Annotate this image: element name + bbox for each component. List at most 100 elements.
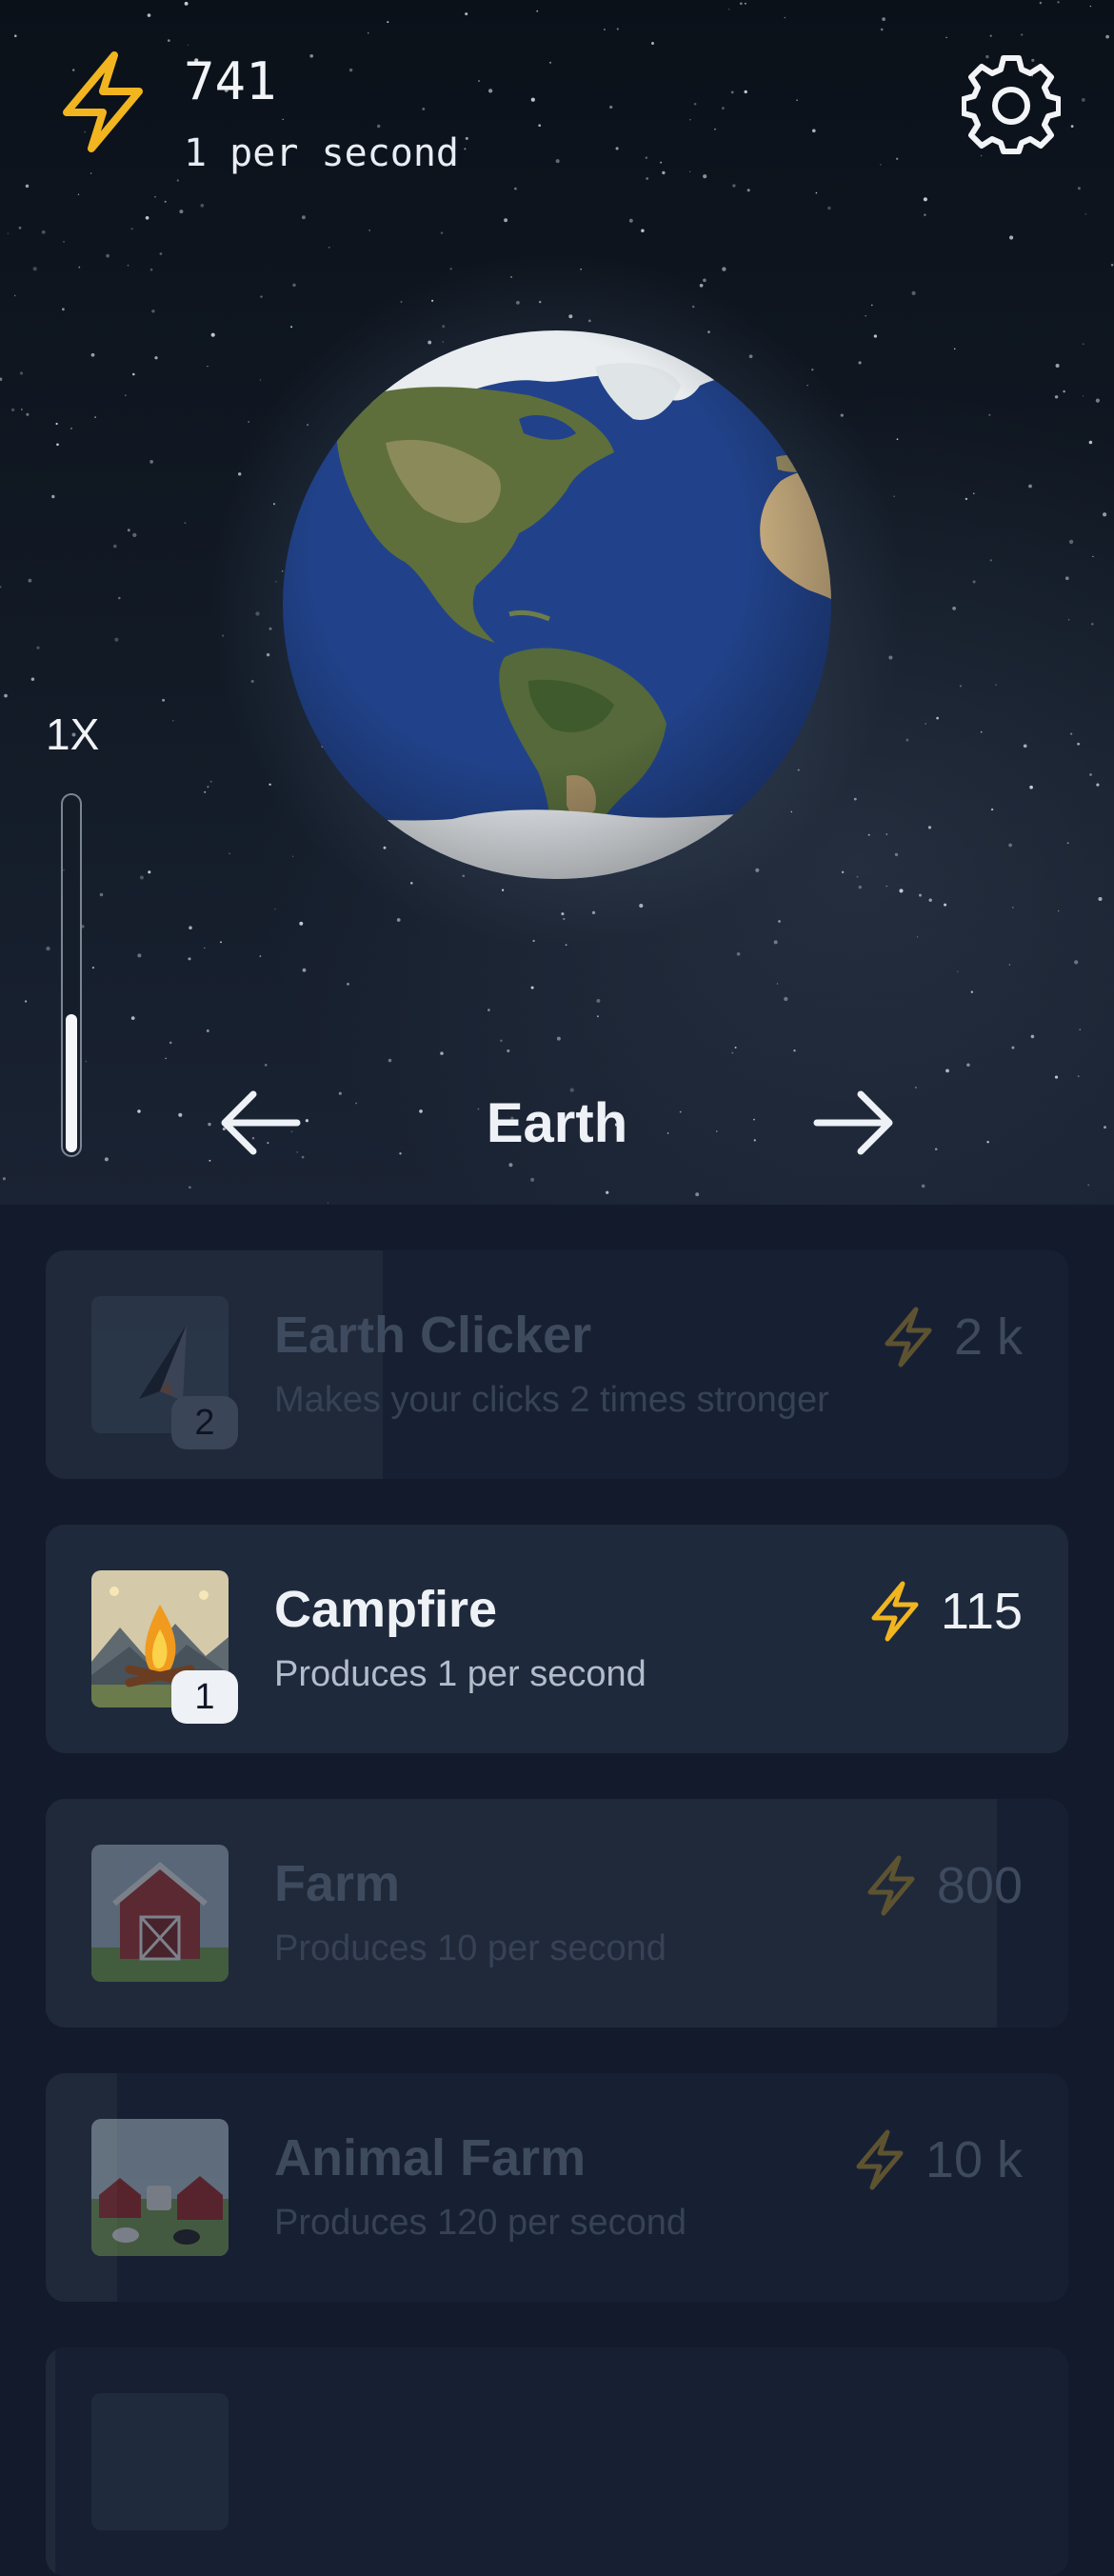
star — [867, 833, 870, 836]
star — [746, 189, 750, 192]
star — [1021, 33, 1024, 36]
star — [396, 918, 401, 922]
star — [78, 266, 81, 269]
star — [945, 36, 947, 39]
star — [46, 946, 50, 951]
star — [894, 852, 899, 857]
star — [269, 627, 272, 630]
star — [127, 529, 130, 532]
star — [266, 652, 270, 657]
star — [915, 1087, 917, 1088]
star — [210, 332, 215, 337]
star — [422, 107, 426, 110]
upgrade-card-campfire[interactable]: 1 Campfire Produces 1 per second 115 — [46, 1525, 1068, 1753]
star — [815, 191, 818, 194]
star — [970, 990, 974, 993]
star — [400, 301, 403, 303]
star — [703, 278, 706, 283]
star — [504, 218, 508, 223]
star — [290, 326, 293, 329]
star — [840, 413, 844, 417]
star — [1070, 125, 1074, 128]
star — [936, 716, 939, 720]
upgrade-card-animal-farm[interactable]: Animal Farm Produces 120 per second 10 k — [46, 2073, 1068, 2302]
star — [530, 97, 535, 102]
star — [1054, 395, 1059, 399]
upgrade-title: Farm — [274, 1855, 401, 1912]
star — [222, 634, 225, 637]
star — [990, 808, 994, 811]
star — [646, 177, 649, 180]
star — [255, 611, 260, 616]
upgrade-card-earth-clicker[interactable]: 2 Earth Clicker Makes your clicks 2 time… — [46, 1250, 1068, 1479]
star — [695, 1192, 700, 1197]
energy-amount: 741 — [184, 51, 277, 111]
star — [501, 889, 505, 891]
star — [1091, 623, 1094, 626]
lightning-bolt-icon — [871, 1581, 919, 1642]
star — [899, 889, 904, 893]
star — [1089, 5, 1092, 8]
star — [893, 495, 895, 498]
star — [176, 179, 179, 182]
star — [730, 90, 734, 94]
star — [465, 12, 468, 16]
star — [853, 797, 857, 801]
star — [628, 218, 633, 223]
star — [184, 1, 189, 6]
star — [1077, 187, 1081, 190]
star — [164, 200, 167, 203]
star — [1110, 264, 1114, 267]
star — [449, 268, 452, 270]
gear-icon[interactable] — [962, 55, 1061, 154]
earth-globe[interactable] — [281, 329, 833, 881]
star — [410, 882, 413, 885]
star — [377, 124, 381, 129]
star — [596, 998, 601, 1003]
star — [269, 783, 271, 787]
star — [440, 231, 444, 234]
star — [30, 677, 35, 681]
star — [26, 412, 30, 416]
star — [167, 39, 170, 42]
star — [125, 394, 127, 396]
star — [587, 319, 591, 323]
star — [1029, 785, 1033, 789]
star — [159, 252, 163, 255]
star — [616, 28, 619, 30]
star — [112, 544, 117, 549]
star — [106, 253, 109, 258]
star — [99, 892, 104, 897]
star — [896, 157, 899, 160]
star — [744, 2, 746, 5]
star — [989, 34, 992, 37]
animal-farm-icon — [91, 2119, 229, 2256]
star — [7, 232, 10, 234]
upgrade-card-farm[interactable]: Farm Produces 10 per second 800 — [46, 1799, 1068, 2027]
star — [796, 99, 798, 101]
star — [1088, 440, 1093, 445]
owned-count-badge: 1 — [171, 1670, 238, 1724]
star — [923, 197, 928, 202]
star — [91, 966, 95, 969]
star — [784, 996, 788, 1002]
star — [25, 184, 30, 189]
arrow-right-icon[interactable] — [811, 1088, 897, 1157]
lightning-bolt-icon — [885, 1307, 932, 1368]
star — [368, 230, 370, 231]
star — [165, 1057, 167, 1060]
star — [827, 206, 831, 210]
star — [238, 472, 242, 476]
star — [604, 29, 606, 30]
star — [63, 241, 65, 243]
star — [722, 267, 726, 271]
star — [127, 264, 129, 267]
star — [259, 955, 262, 957]
star — [548, 61, 552, 64]
star — [178, 1112, 183, 1117]
star — [169, 1041, 172, 1045]
arrow-left-icon[interactable] — [217, 1088, 303, 1157]
upgrade-card-next[interactable] — [46, 2347, 1068, 2576]
star — [728, 9, 730, 10]
upgrade-title: Earth Clicker — [274, 1307, 592, 1364]
